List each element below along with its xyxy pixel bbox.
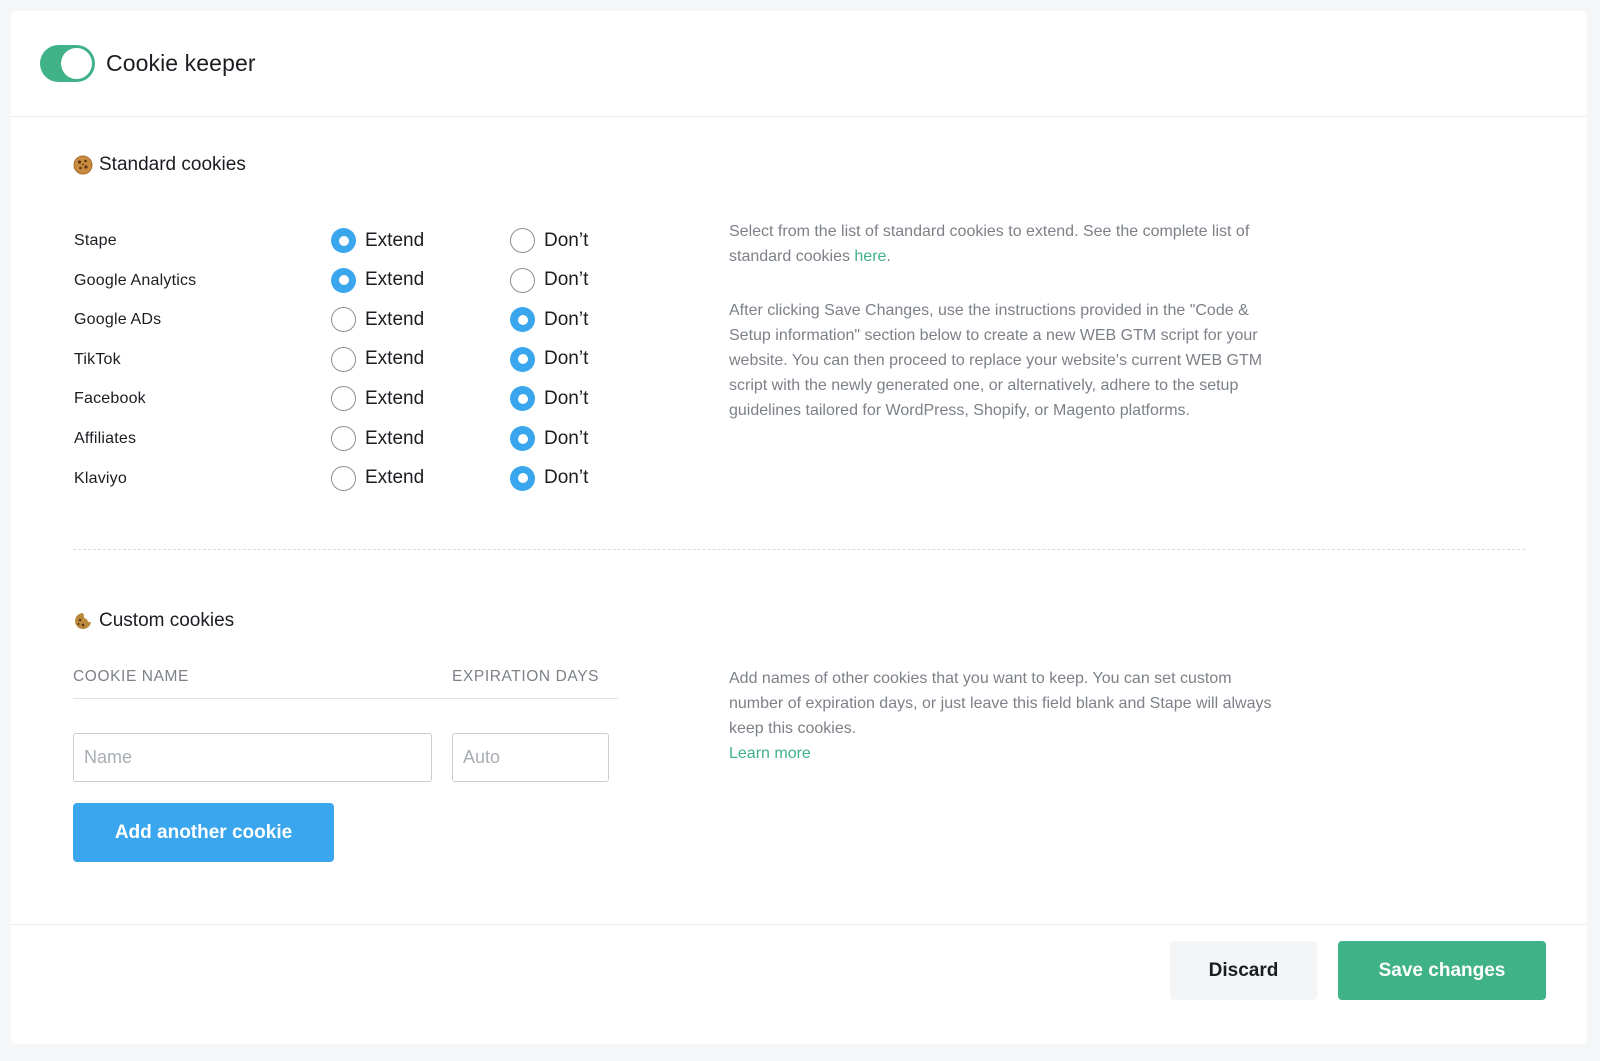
card-header: Cookie keeper [11, 11, 1587, 117]
radio-button[interactable] [331, 307, 356, 333]
standard-help-text: Select from the list of standard cookies… [729, 219, 1289, 269]
radio-label: Don’t [544, 229, 589, 251]
cookie-name-input[interactable] [73, 733, 432, 782]
radio-button[interactable] [510, 426, 535, 451]
radio-label: Don’t [544, 348, 589, 370]
column-header-expiration-days: EXPIRATION DAYS [452, 668, 600, 685]
column-header-rule [73, 698, 618, 699]
radio-button[interactable] [510, 346, 535, 372]
custom-help-text: Add names of other cookies that you want… [729, 666, 1289, 766]
cookie-icon [73, 155, 93, 175]
discard-button[interactable]: Discard [1170, 941, 1317, 1000]
radio-button[interactable] [510, 228, 535, 253]
radio-button[interactable] [510, 307, 535, 333]
standard-cookie-label: Stape [74, 232, 117, 249]
standard-cookie-label: Google Analytics [74, 271, 197, 289]
radio-extend-stape[interactable]: Extend [331, 228, 424, 253]
radio-button[interactable] [331, 346, 356, 372]
standard-cookie-label: Facebook [74, 390, 146, 408]
standard-list-link[interactable]: here [854, 248, 886, 265]
radio-extend-affiliates[interactable]: Extend [331, 426, 424, 451]
radio-dont-tiktok[interactable]: Don’t [510, 346, 589, 372]
radio-label: Don’t [544, 467, 589, 489]
expiration-days-input[interactable] [452, 733, 609, 782]
radio-dont-google-analytics[interactable]: Don’t [510, 267, 589, 293]
standard-cookies-heading: Standard cookies [73, 154, 246, 176]
add-another-cookie-button[interactable]: Add another cookie [73, 803, 334, 862]
column-header-cookie-name: COOKIE NAME [73, 668, 189, 685]
radio-button[interactable] [510, 465, 535, 491]
radio-extend-google-analytics[interactable]: Extend [331, 267, 425, 293]
help-text: Add names of other cookies that you want… [729, 670, 1272, 737]
cookie-keeper-toggle[interactable] [40, 45, 95, 82]
help-text: Select from the list of standard cookies… [729, 223, 1250, 265]
radio-label: Extend [365, 269, 425, 291]
standard-cookie-label: Klaviyo [74, 469, 127, 487]
radio-extend-google-ads[interactable]: Extend [331, 307, 425, 333]
radio-label: Extend [365, 387, 425, 409]
setup-help-text: After clicking Save Changes, use the ins… [729, 302, 1263, 419]
standard-cookie-label: Google ADs [74, 311, 162, 329]
radio-extend-facebook[interactable]: Extend [331, 386, 425, 412]
radio-dont-facebook[interactable]: Don’t [510, 386, 589, 412]
radio-button[interactable] [510, 386, 535, 412]
standard-cookie-label: TikTok [74, 350, 121, 368]
section-title: Custom cookies [99, 610, 235, 631]
standard-cookie-label: Affiliates [74, 430, 137, 447]
radio-button[interactable] [331, 267, 356, 293]
section-title: Standard cookies [99, 154, 246, 175]
custom-cookies-heading: Custom cookies [73, 610, 234, 632]
radio-label: Don’t [544, 269, 589, 291]
radio-button[interactable] [331, 386, 356, 412]
learn-more-link[interactable]: Learn more [729, 745, 811, 762]
radio-button[interactable] [331, 228, 356, 253]
radio-extend-klaviyo[interactable]: Extend [331, 465, 425, 491]
radio-dont-stape[interactable]: Don’t [510, 228, 588, 253]
radio-label: Don’t [544, 308, 589, 330]
radio-button[interactable] [510, 267, 535, 293]
radio-label: Extend [365, 229, 425, 251]
radio-extend-tiktok[interactable]: Extend [331, 346, 425, 372]
radio-label: Extend [365, 308, 425, 330]
page-title: Cookie keeper [106, 50, 256, 76]
radio-label: Extend [365, 427, 425, 449]
radio-dont-klaviyo[interactable]: Don’t [510, 465, 589, 491]
help-text-end: . [886, 248, 891, 265]
cookie-bite-icon [75, 613, 91, 629]
radio-dont-google-ads[interactable]: Don’t [510, 307, 589, 333]
cookie-keeper-card: Cookie keeper Standard cookies Stape Exte… [11, 11, 1587, 1044]
radio-label: Extend [365, 467, 425, 489]
radio-label: Extend [365, 348, 425, 370]
radio-dont-affiliates[interactable]: Don’t [510, 426, 588, 451]
radio-label: Don’t [544, 387, 589, 409]
radio-button[interactable] [331, 465, 356, 491]
section-divider [73, 549, 1525, 550]
radio-button[interactable] [331, 426, 356, 451]
save-changes-button[interactable]: Save changes [1338, 941, 1546, 1000]
radio-label: Don’t [544, 427, 589, 449]
toggle-knob [61, 48, 92, 79]
